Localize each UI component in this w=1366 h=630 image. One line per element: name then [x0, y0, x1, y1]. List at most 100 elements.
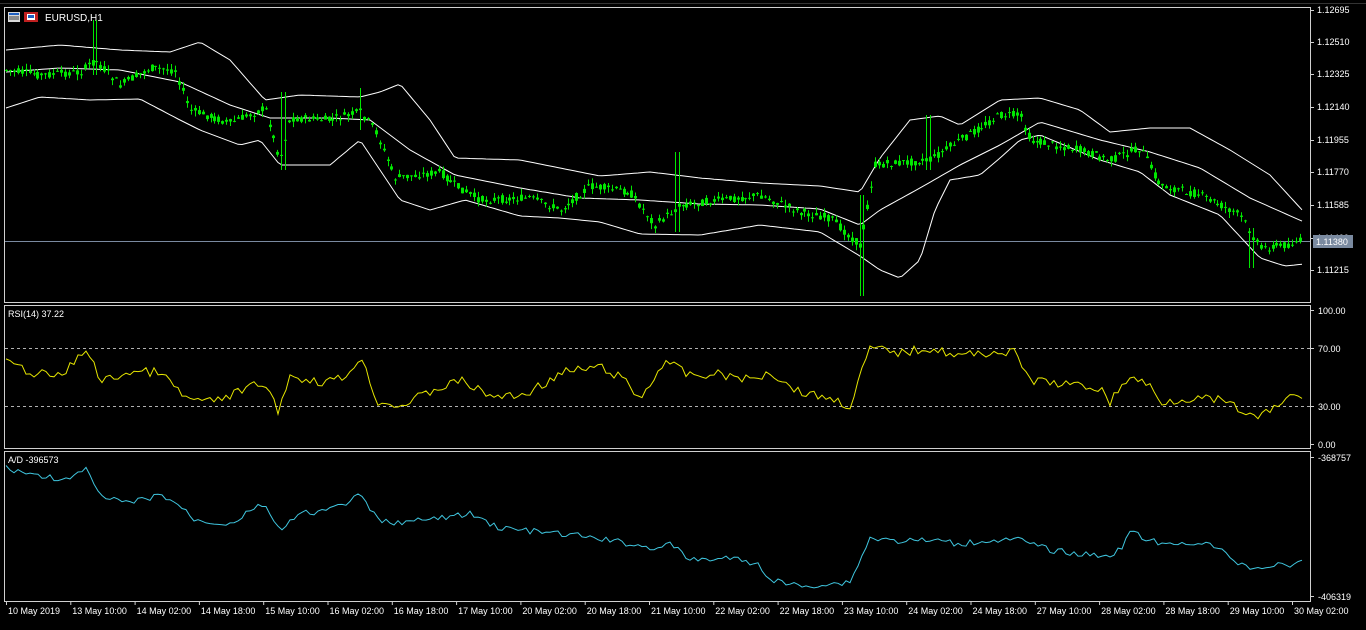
- candle-body: [119, 85, 122, 88]
- candle-body: [13, 70, 16, 72]
- candle-body: [591, 183, 594, 190]
- candle-body: [95, 61, 98, 63]
- candle-body: [886, 160, 889, 164]
- candle-body: [709, 203, 712, 205]
- time-axis[interactable]: 10 May 2019 13 May 10:00 14 May 02:00 14 Ma…: [6, 601, 1349, 616]
- time-tick-label: 29 May 10:00: [1230, 606, 1285, 616]
- candle-body: [21, 69, 24, 74]
- candle-body: [1000, 112, 1003, 118]
- candle-body: [206, 115, 209, 120]
- restore-icon[interactable]: [24, 12, 38, 22]
- chart-canvas[interactable]: EURUSD,H1 1.126951.125101.123251.121401.…: [0, 0, 1366, 625]
- candle-body: [744, 198, 747, 200]
- candle-body: [619, 188, 622, 190]
- candle-body: [284, 139, 287, 141]
- candle-body: [379, 142, 382, 145]
- candle-body: [398, 174, 401, 177]
- candle-body: [493, 197, 496, 201]
- candle-body: [245, 114, 248, 117]
- candle-body: [1043, 140, 1046, 145]
- candle-body: [1216, 203, 1219, 206]
- rsi-panel-frame: [4, 305, 1311, 449]
- candle-body: [1016, 112, 1019, 116]
- candle-body: [961, 135, 964, 138]
- candle-body: [969, 130, 972, 132]
- candle-body: [453, 180, 456, 182]
- time-tick-label: 24 May 02:00: [908, 606, 963, 616]
- candle-body: [737, 197, 740, 200]
- price-tick-label: 1.11585: [1317, 200, 1349, 210]
- rsi-tick-label: 0.00: [1318, 440, 1336, 450]
- candle-body: [265, 108, 268, 110]
- candle-body: [414, 174, 417, 177]
- candle-body: [1012, 111, 1015, 117]
- candle-body: [1272, 244, 1275, 249]
- candle-body: [914, 161, 917, 166]
- time-tick-label: 20 May 02:00: [522, 606, 577, 616]
- candle-body: [198, 110, 201, 115]
- price-tick-label: 1.12695: [1317, 5, 1350, 15]
- candle-body: [390, 166, 393, 170]
- candle-body: [351, 111, 354, 115]
- candle-body: [339, 119, 342, 121]
- candle-body: [449, 180, 452, 183]
- candle-body: [1279, 243, 1282, 246]
- ad-axis: -368757 -406319: [1310, 453, 1351, 602]
- candle-body: [1299, 237, 1302, 242]
- candle-body: [520, 194, 523, 201]
- candle-body: [241, 114, 244, 120]
- candle-body: [308, 119, 311, 122]
- candle-body: [1201, 192, 1204, 194]
- candle-body: [139, 73, 142, 75]
- candle-body: [178, 81, 181, 85]
- candle-body: [292, 117, 295, 122]
- time-tick-label: 23 May 10:00: [844, 606, 899, 616]
- candle-body: [17, 68, 20, 73]
- candle-body: [1264, 246, 1267, 248]
- time-tick-label: 24 May 18:00: [973, 606, 1028, 616]
- candle-body: [335, 114, 338, 116]
- candle-body: [485, 199, 488, 202]
- candle-body: [461, 187, 464, 194]
- candle-body: [693, 202, 696, 204]
- candle-body: [1283, 242, 1286, 249]
- candle-body: [929, 156, 932, 162]
- candle-body: [1173, 187, 1176, 193]
- candle-body: [1122, 152, 1125, 154]
- candle-body: [272, 135, 275, 139]
- candle-body: [949, 142, 952, 147]
- candle-body: [800, 213, 803, 216]
- price-axis[interactable]: 1.12695 1.12510 1.12325 1.12140 1.11955 1.117…: [1310, 5, 1350, 275]
- candle-body: [941, 151, 944, 153]
- terminal-chart-window[interactable]: EURUSD,H1 1.12695 1.12510 1.12325 1.12140 1.…: [0, 0, 1366, 625]
- candle-body: [1295, 241, 1298, 243]
- candle-body: [347, 114, 350, 117]
- candle-body: [733, 196, 736, 202]
- price-tick-label: 1.12140: [1317, 102, 1350, 112]
- candle-body: [1161, 183, 1164, 186]
- candle-body: [819, 215, 822, 220]
- candle-body: [1130, 147, 1133, 152]
- candle-body: [898, 160, 901, 166]
- candle-body: [1024, 127, 1027, 131]
- candle-body: [890, 166, 893, 167]
- candle-body: [210, 114, 213, 118]
- candle-body: [76, 70, 79, 75]
- candle-body: [60, 69, 63, 73]
- candle-body: [217, 116, 220, 122]
- chart-window-icon: [8, 12, 20, 22]
- candle-body: [103, 66, 106, 72]
- candle-body: [532, 196, 535, 198]
- candle-body: [481, 196, 484, 202]
- candle-body: [654, 226, 657, 229]
- candle-body: [182, 87, 185, 91]
- candle-body: [792, 211, 795, 213]
- candle-body: [1189, 191, 1192, 197]
- candle-body: [489, 202, 492, 204]
- time-tick-label: 14 May 18:00: [201, 606, 256, 616]
- candle-body: [977, 126, 980, 133]
- candle-body: [1071, 150, 1074, 151]
- candle-body: [343, 112, 346, 115]
- candle-body: [725, 197, 728, 199]
- rsi-tick-label: 70.00: [1318, 344, 1341, 354]
